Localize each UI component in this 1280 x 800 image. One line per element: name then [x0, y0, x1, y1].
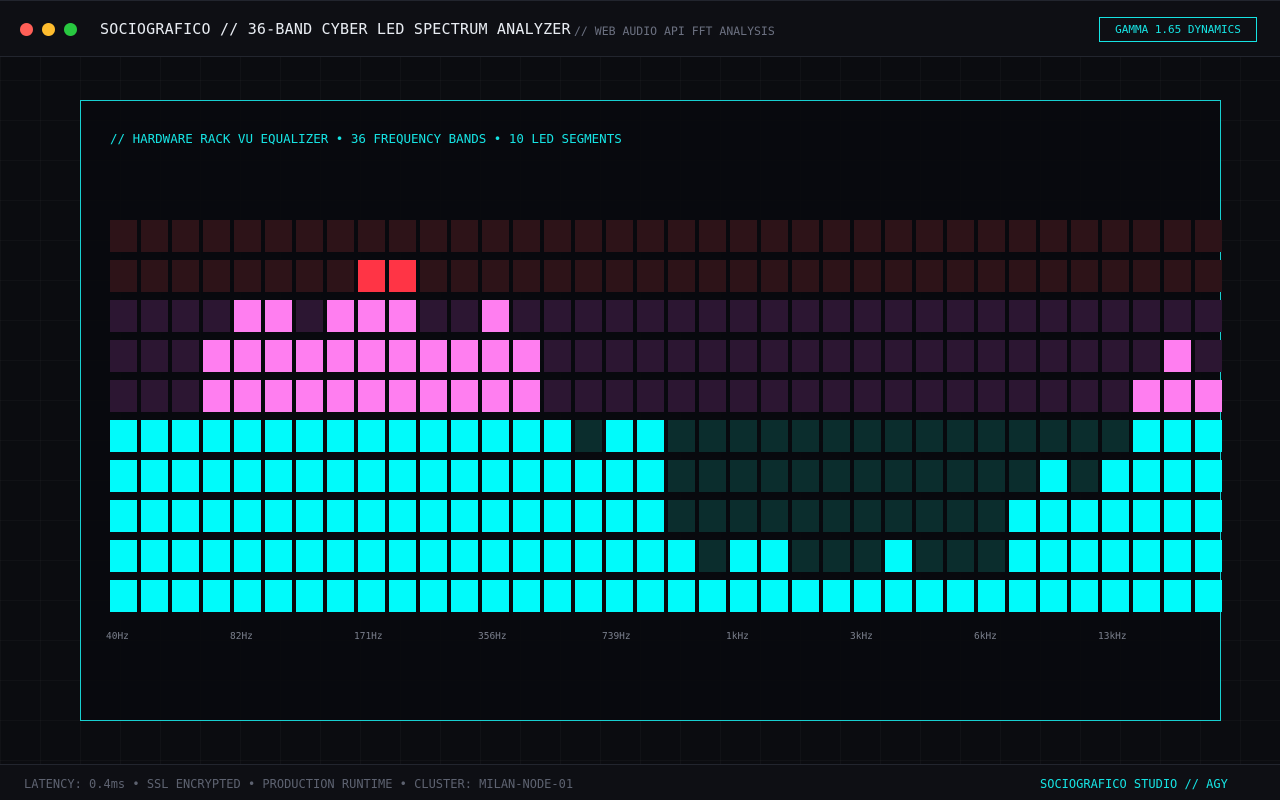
- studio-brand: SOCIOGRAFICO STUDIO // AGY: [1040, 777, 1228, 791]
- panel-caption: // HARDWARE RACK VU EQUALIZER • 36 FREQU…: [110, 131, 622, 146]
- minimize-window-button[interactable]: [42, 23, 55, 36]
- frequency-tick-label: 6kHz: [974, 631, 997, 642]
- frequency-tick-label: 739Hz: [602, 631, 631, 642]
- title-bar: SOCIOGRAFICO // 36-BAND CYBER LED SPECTR…: [0, 0, 1280, 57]
- frequency-tick-label: 356Hz: [478, 631, 507, 642]
- close-window-button[interactable]: [20, 23, 33, 36]
- frequency-tick-label: 171Hz: [354, 631, 383, 642]
- frequency-tick-label: 3kHz: [850, 631, 873, 642]
- status-bar: LATENCY: 0.4ms • SSL ENCRYPTED • PRODUCT…: [0, 764, 1280, 800]
- maximize-window-button[interactable]: [64, 23, 77, 36]
- frequency-tick-label: 1kHz: [726, 631, 749, 642]
- frequency-tick-label: 40Hz: [106, 631, 129, 642]
- frequency-tick-label: 13kHz: [1098, 631, 1127, 642]
- app-subtitle: // WEB AUDIO API FFT ANALYSIS: [574, 24, 775, 38]
- status-text: LATENCY: 0.4ms • SSL ENCRYPTED • PRODUCT…: [24, 777, 574, 791]
- gamma-dynamics-badge[interactable]: GAMMA 1.65 DYNAMICS: [1099, 17, 1257, 42]
- app-title: SOCIOGRAFICO // 36-BAND CYBER LED SPECTR…: [100, 20, 571, 38]
- equalizer-panel: [80, 100, 1221, 721]
- frequency-tick-label: 82Hz: [230, 631, 253, 642]
